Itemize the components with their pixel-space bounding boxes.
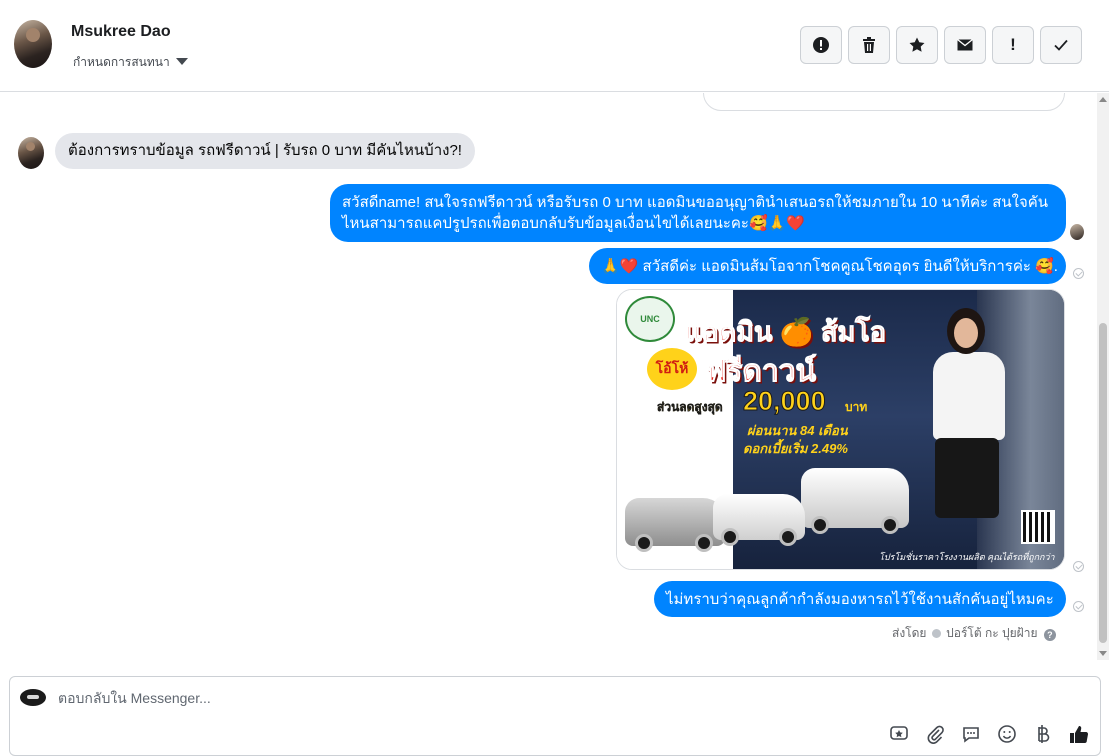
white-truck-image	[713, 494, 805, 546]
caret-down-icon	[175, 58, 188, 65]
admin-photo-legs	[935, 438, 999, 518]
scroll-down-arrow-icon[interactable]	[1099, 651, 1107, 656]
dealer-logo: UNC	[625, 296, 675, 342]
sent-check-icon	[1073, 268, 1084, 279]
delete-button[interactable]	[848, 26, 890, 64]
sent-by-prefix: ส่งโดย	[892, 626, 927, 640]
promo-image[interactable]: UNC แอดมิน 🍊 ส้มโอ โอ้โห้ ฟรีดาวน์ ส่วนล…	[616, 289, 1065, 570]
attach-button[interactable]	[924, 723, 946, 745]
discount-unit: บาท	[845, 400, 868, 414]
saved-reply-button[interactable]	[888, 723, 910, 745]
thumbs-up-icon	[1070, 726, 1089, 743]
promo-title: แอดมิน 🍊 ส้มโอ	[684, 317, 887, 348]
envelope-icon	[957, 38, 973, 51]
scroll-up-arrow-icon[interactable]	[1099, 97, 1107, 102]
message-composer	[9, 676, 1101, 756]
check-icon	[1054, 39, 1068, 51]
seen-avatar-icon	[1070, 224, 1084, 240]
reply-input[interactable]	[58, 690, 758, 706]
scrollbar-thumb[interactable]	[1099, 323, 1107, 643]
trash-icon	[863, 37, 875, 53]
help-icon[interactable]: ?	[1043, 629, 1056, 641]
admin-photo-face	[954, 318, 978, 348]
quick-reply-button[interactable]	[960, 723, 982, 745]
thread-scrollbar[interactable]	[1097, 93, 1109, 660]
outgoing-message[interactable]: 🙏❤️ สวัสดีค่ะ แอดมินส้มโอจากโชคคูณโชคอุด…	[589, 248, 1066, 284]
sent-check-icon	[1073, 601, 1084, 612]
discount-label: ส่วนลดสูงสุด	[657, 400, 723, 414]
sent-check-icon	[1073, 561, 1084, 572]
sent-by-label: ส่งโดย ปอร์โต้ กะ ปุยฝ้าย ?	[892, 624, 1056, 643]
conversation-header: Msukree Dao กำหนดการสนทนา !	[0, 0, 1109, 92]
emoji-button[interactable]	[996, 723, 1018, 745]
mark-unread-button[interactable]	[944, 26, 986, 64]
promo-footer-text: โปรโมชั่นราคาโรงงานผลิต คุณได้รถที่ถูกกว…	[879, 552, 1055, 562]
hatchback-car-image	[625, 498, 725, 552]
star-icon	[909, 37, 925, 52]
baht-icon	[1038, 725, 1050, 743]
message-thread[interactable]: ต้องการทราบข้อมูล รถฟรีดาวน์ | รับรถ 0 บ…	[0, 93, 1097, 660]
saved-reply-icon	[890, 726, 908, 740]
qr-code	[1021, 510, 1055, 544]
outgoing-message[interactable]: สวัสดีname! สนใจรถฟรีดาวน์ หรือรับรถ 0 บ…	[330, 184, 1066, 242]
page-avatar	[20, 689, 46, 706]
mark-done-button[interactable]	[1040, 26, 1082, 64]
contact-name[interactable]: Msukree Dao	[71, 23, 171, 41]
contact-avatar[interactable]	[14, 20, 52, 68]
star-button[interactable]	[896, 26, 938, 64]
previous-message-bubble	[703, 93, 1065, 111]
mark-spam-button[interactable]	[800, 26, 842, 64]
admin-photo-shirt	[933, 352, 1005, 440]
discount-amount: 20,000	[743, 386, 827, 417]
exclamation-icon: !	[1010, 35, 1016, 54]
promo-badge: โอ้โห้	[647, 348, 697, 390]
sent-by-name: ปอร์โต้ กะ ปุยฝ้าย	[946, 626, 1038, 640]
outgoing-message[interactable]: ไม่ทราบว่าคุณลูกค้ากำลังมองหารถไว้ใช้งาน…	[654, 581, 1066, 617]
smiley-icon	[998, 725, 1016, 743]
paperclip-icon	[927, 725, 944, 744]
chat-bubble-icon	[963, 727, 979, 743]
follow-up-button[interactable]: !	[992, 26, 1034, 64]
contact-avatar-small	[18, 137, 44, 169]
incoming-message[interactable]: ต้องการทราบข้อมูล รถฟรีดาวน์ | รับรถ 0 บ…	[55, 133, 475, 169]
verified-dot-icon	[931, 629, 941, 638]
interest-rate-text: ดอกเบี้ยเริ่ม 2.49%	[743, 441, 848, 456]
assign-conversation-dropdown[interactable]: กำหนดการสนทนา	[73, 53, 188, 72]
pickup-truck-image	[801, 468, 909, 534]
assign-conversation-label: กำหนดการสนทนา	[73, 55, 170, 69]
like-button[interactable]	[1068, 723, 1090, 745]
payment-button[interactable]	[1032, 723, 1054, 745]
alert-circle-icon	[813, 37, 829, 53]
